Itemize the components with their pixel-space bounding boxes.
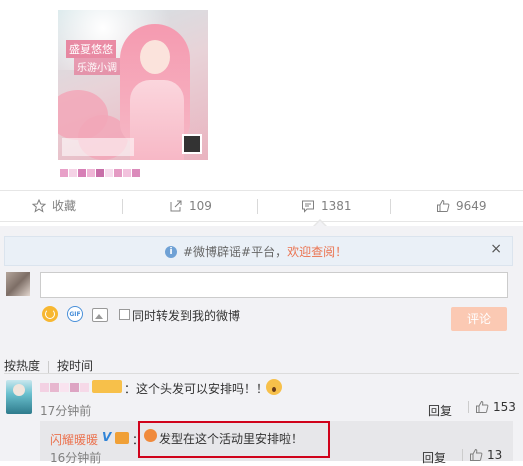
comment-time: 17分钟前 <box>40 404 92 418</box>
post-image[interactable]: 盛夏悠悠 乐游小调 <box>58 10 208 160</box>
qr-code-icon <box>182 134 202 154</box>
divider <box>390 199 391 214</box>
thumbs-up-icon <box>476 400 489 413</box>
share-icon <box>170 200 182 212</box>
repost-label: 同时转发到我的微博 <box>132 309 241 323</box>
info-icon: i <box>165 245 177 258</box>
image-icon[interactable] <box>92 308 108 322</box>
forward-count: 109 <box>189 199 212 213</box>
like-button[interactable]: 9649 <box>436 191 487 221</box>
image-title-2: 乐游小调 <box>74 58 120 75</box>
thumbs-up-icon <box>437 199 450 212</box>
forward-button[interactable]: 109 <box>169 191 212 221</box>
favorite-label: 收藏 <box>52 199 77 213</box>
notice-content: i #微博辟谣#平台， 欢迎查阅！ <box>165 243 347 260</box>
sort-tabs: 按热度 按时间 <box>4 357 93 374</box>
comment-caret-inner <box>314 221 326 227</box>
reply-like-count: 13 <box>487 448 503 462</box>
star-icon <box>32 199 46 213</box>
favorite-button[interactable]: 收藏 <box>32 191 76 221</box>
notice-link[interactable]: 欢迎查阅！ <box>287 243 347 260</box>
blurred-username <box>60 166 146 180</box>
comment-text: ：这个头发可以安排吗！！ <box>124 382 269 396</box>
verified-icon: V <box>102 430 112 444</box>
divider <box>462 449 463 461</box>
shocked-emoji-icon <box>266 379 282 395</box>
divider <box>257 199 258 214</box>
image-footer <box>62 138 134 156</box>
emoji-icon[interactable] <box>42 306 58 322</box>
level-badge <box>92 380 122 393</box>
image-title-1: 盛夏悠悠 <box>66 40 116 58</box>
notice-bar: i #微博辟谣#平台， 欢迎查阅！ × <box>4 236 513 266</box>
sort-by-time[interactable]: 按时间 <box>57 359 93 373</box>
comment-count: 1381 <box>321 199 352 213</box>
avatar[interactable] <box>6 380 32 414</box>
submit-comment-button[interactable]: 评论 <box>451 307 507 331</box>
comment-button[interactable]: 1381 <box>301 191 352 221</box>
divider <box>468 401 469 413</box>
divider <box>4 373 519 374</box>
thumbs-up-icon <box>470 448 483 461</box>
image-dress <box>130 80 184 160</box>
repost-checkbox[interactable] <box>119 309 130 320</box>
avatar[interactable] <box>6 272 30 296</box>
gif-icon[interactable]: GIF <box>67 306 83 322</box>
comment-like-button[interactable]: 153 <box>468 400 516 414</box>
reply-button[interactable]: 回复 <box>428 402 452 419</box>
image-face <box>140 40 170 74</box>
comment-like-count: 153 <box>493 400 516 414</box>
reply-time: 16分钟前 <box>50 451 102 465</box>
member-badge-icon <box>115 432 129 444</box>
notice-text: #微博辟谣#平台， <box>183 245 288 259</box>
action-bar: 收藏 109 1381 9649 <box>0 190 523 222</box>
comment-input[interactable] <box>40 272 508 298</box>
sort-by-hot[interactable]: 按热度 <box>4 359 40 373</box>
divider <box>122 199 123 214</box>
comment-icon <box>302 200 314 213</box>
highlight-box <box>138 421 330 458</box>
like-count: 9649 <box>456 199 487 213</box>
divider <box>48 360 50 373</box>
reply-like-button[interactable]: 13 <box>462 448 502 462</box>
blurred-username[interactable] <box>40 380 100 394</box>
reply-author-name[interactable]: 闪耀暖暖 <box>50 431 98 448</box>
close-icon[interactable]: × <box>490 241 502 257</box>
reply-button[interactable]: 回复 <box>422 449 446 466</box>
